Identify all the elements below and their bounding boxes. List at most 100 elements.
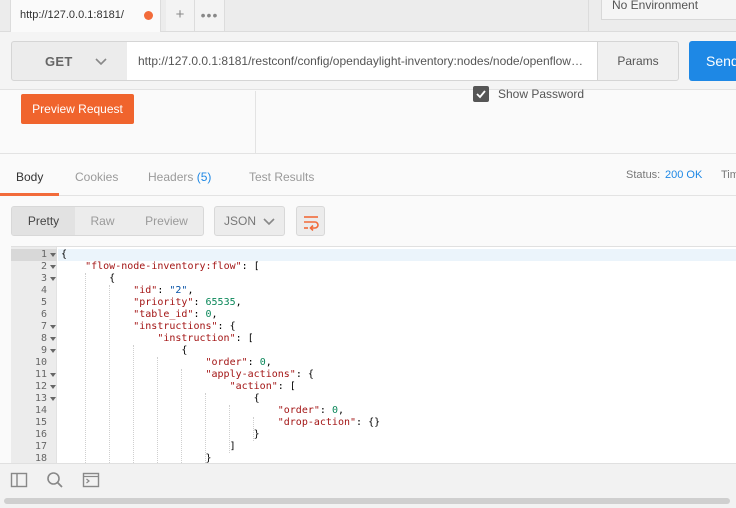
checkmark-icon	[476, 90, 486, 99]
code-line: {	[61, 393, 260, 404]
line-number: 13	[34, 393, 47, 404]
horizontal-scrollbar[interactable]	[4, 498, 730, 504]
gutter-line: 4	[11, 285, 57, 297]
wrap-lines-icon	[304, 216, 319, 231]
search-icon[interactable]	[46, 471, 64, 489]
code-line: "priority": 65535,	[133, 297, 242, 308]
fold-arrow-icon[interactable]	[50, 385, 56, 389]
indent-guide	[181, 369, 182, 463]
code-line: {	[61, 249, 68, 260]
response-tabs: Body Cookies Headers (5) Test Results St…	[0, 155, 736, 196]
response-body-editor[interactable]: 1 2 3 4 5 6 7 8 9 10 11 12 13 14 15 16 17 18 { "flow-node…	[11, 246, 736, 463]
format-toolbar: Pretty Raw Preview JSON	[0, 196, 736, 246]
fold-arrow-icon[interactable]	[50, 349, 56, 353]
fold-arrow-icon[interactable]	[50, 397, 56, 401]
gutter-line: 9	[11, 345, 57, 357]
gutter-line: 3	[11, 273, 57, 285]
line-number: 1	[40, 249, 47, 260]
gutter-line: 14	[11, 405, 57, 417]
unsaved-dot-icon	[144, 11, 153, 20]
line-number: 2	[40, 261, 47, 272]
new-tab-button[interactable]: +	[166, 0, 195, 31]
line-number: 15	[34, 417, 47, 428]
show-password-checkbox[interactable]	[473, 86, 489, 102]
line-number-gutter: 1 2 3 4 5 6 7 8 9 10 11 12 13 14 15 16 17 18	[11, 247, 57, 463]
indent-guide	[253, 417, 254, 441]
divider	[255, 91, 256, 154]
line-number: 11	[34, 369, 47, 380]
fold-arrow-icon[interactable]	[50, 337, 56, 341]
line-number: 7	[40, 321, 47, 332]
code-area: { "flow-node-inventory:flow": [ { "id": …	[58, 247, 736, 463]
line-number: 8	[40, 333, 47, 344]
params-button[interactable]: Params	[597, 41, 679, 81]
auth-pane: Preview Request Show Password	[0, 86, 736, 154]
code-line: {	[61, 345, 188, 356]
code-line: "instruction": [	[157, 333, 254, 344]
fold-arrow-icon[interactable]	[50, 373, 56, 377]
gutter-line: 16	[11, 429, 57, 441]
show-password-label: Show Password	[498, 87, 585, 101]
tab-body[interactable]: Body	[16, 170, 43, 184]
view-mode-preview[interactable]: Preview	[130, 207, 203, 235]
gutter-line: 15	[11, 417, 57, 429]
line-number: 10	[34, 357, 47, 368]
preview-request-button[interactable]: Preview Request	[21, 94, 134, 124]
chevron-down-icon	[95, 58, 107, 66]
tab-cookies[interactable]: Cookies	[75, 170, 118, 184]
view-mode-pretty[interactable]: Pretty	[12, 207, 75, 235]
gutter-line: 8	[11, 333, 57, 345]
more-tabs-button[interactable]: •••	[195, 0, 225, 31]
line-number: 17	[34, 441, 47, 452]
gutter-line: 1	[11, 249, 57, 261]
gutter-line: 12	[11, 381, 57, 393]
sidebar-toggle-icon[interactable]	[10, 471, 28, 489]
indent-guide	[205, 393, 206, 463]
url-input[interactable]: http://127.0.0.1:8181/restconf/config/op…	[127, 41, 598, 81]
view-mode-raw[interactable]: Raw	[75, 207, 130, 235]
line-number: 9	[40, 345, 47, 356]
indent-guide	[157, 357, 158, 463]
environment-select-value: No Environment	[612, 0, 699, 12]
line-number: 5	[40, 297, 47, 308]
request-bar: GET http://127.0.0.1:8181/restconf/confi…	[0, 32, 736, 90]
gutter-line: 13	[11, 393, 57, 405]
fold-arrow-icon[interactable]	[50, 277, 56, 281]
code-line: "action": [	[229, 381, 296, 392]
tab-strip: http://127.0.0.1:8181/ + ••• No Environm…	[0, 0, 736, 32]
code-line: {	[61, 273, 116, 284]
indent-guide	[85, 273, 86, 463]
tab-test-results[interactable]: Test Results	[249, 170, 314, 184]
code-line: "order": 0,	[205, 357, 272, 368]
line-number: 14	[34, 405, 47, 416]
fold-arrow-icon[interactable]	[50, 265, 56, 269]
environment-select[interactable]: No Environment	[601, 0, 736, 20]
language-select-value: JSON	[224, 214, 257, 228]
code-line: "apply-actions": {	[205, 369, 314, 380]
request-tab[interactable]: http://127.0.0.1:8181/	[10, 0, 161, 32]
line-number: 16	[34, 429, 47, 440]
chevron-down-icon	[263, 218, 275, 226]
time-label: Tim	[721, 169, 736, 181]
indent-guide	[229, 405, 230, 453]
code-line: "flow-node-inventory:flow": [	[85, 261, 260, 272]
language-select[interactable]: JSON	[214, 206, 285, 236]
status-value: 200 OK	[665, 169, 703, 181]
code-line: }	[61, 453, 212, 463]
method-value: GET	[45, 54, 73, 69]
wrap-lines-button[interactable]	[296, 206, 325, 236]
tab-headers[interactable]: Headers (5)	[148, 170, 211, 184]
method-select[interactable]: GET	[11, 41, 128, 81]
status-footer	[0, 463, 736, 508]
fold-arrow-icon[interactable]	[50, 253, 56, 257]
headers-count-badge: (5)	[196, 170, 212, 184]
send-button[interactable]: Send	[689, 41, 736, 81]
code-line: "id": "2",	[133, 285, 194, 296]
fold-arrow-icon[interactable]	[50, 325, 56, 329]
gutter-line: 17	[11, 441, 57, 453]
gutter-line: 18	[11, 453, 57, 463]
status-label: Status:	[626, 169, 661, 181]
console-icon[interactable]	[82, 471, 100, 489]
view-mode-group: Pretty Raw Preview	[11, 206, 204, 236]
line-number: 6	[40, 309, 47, 320]
